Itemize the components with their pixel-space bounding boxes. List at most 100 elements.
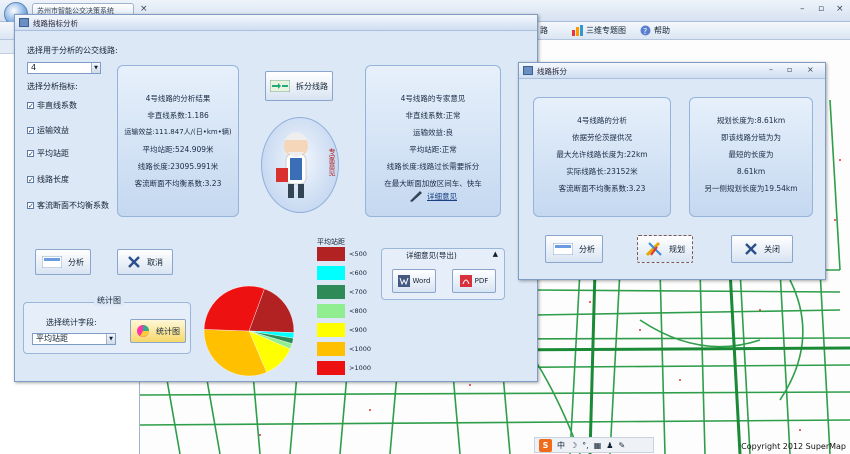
- checkbox-label: 运输效益: [37, 126, 69, 135]
- chevron-down-icon[interactable]: ▼: [106, 334, 115, 344]
- checkbox-label: 平均站距: [37, 149, 69, 158]
- button-label: 分析: [68, 257, 84, 267]
- split-line: 4号线路的分析: [577, 116, 627, 125]
- close-x-icon: [128, 256, 140, 268]
- dialog-title: 线路指标分析: [33, 19, 78, 28]
- map-copyright: Copyright 2012 SuperMap: [741, 442, 846, 451]
- split-line: 依据劳伦茨提供况: [572, 133, 632, 142]
- close-x-icon: [745, 243, 757, 255]
- split-line: 客流断面不均衡系数:3.23: [558, 184, 646, 193]
- split-route-button[interactable]: 拆分线路: [265, 71, 333, 101]
- ribbon-item-route[interactable]: 路: [540, 25, 548, 36]
- ribbon-item-3d-map[interactable]: 三维专题图: [572, 25, 626, 36]
- button-label: 关闭: [764, 244, 780, 254]
- close-icon[interactable]: ×: [836, 4, 844, 14]
- legend-label: <500: [349, 250, 367, 258]
- sogou-logo-icon[interactable]: S: [539, 438, 552, 452]
- ime-item[interactable]: ☽: [570, 441, 577, 450]
- minimize-icon[interactable]: –: [800, 4, 805, 14]
- chevron-down-icon[interactable]: ▼: [91, 63, 100, 73]
- legend-label: <1000: [349, 345, 371, 353]
- detail-link-label: 详细意见: [427, 191, 457, 201]
- collapse-icon[interactable]: ▲: [493, 250, 498, 258]
- restore-icon[interactable]: ▫: [787, 65, 792, 74]
- pdf-icon: [459, 275, 472, 287]
- export-word-button[interactable]: Word: [392, 269, 436, 293]
- legend-item: <600: [317, 266, 367, 280]
- tab-close-icon[interactable]: ×: [140, 4, 148, 14]
- legend-label: <600: [349, 269, 367, 277]
- opinion-line: 线路长度:线路过长需要拆分: [386, 162, 480, 171]
- indicator-checkbox-stop-spacing[interactable]: ✓ 平均站距: [27, 148, 69, 159]
- split-plan-button[interactable]: 规划: [637, 235, 693, 263]
- opinion-line: 平均站距:正常: [409, 145, 457, 154]
- stats-field-select[interactable]: 平均站距 ▼: [32, 333, 116, 345]
- route-select[interactable]: 4 ▼: [27, 62, 101, 74]
- indicator-checkbox-nonlinear[interactable]: ✓ 非直线系数: [27, 100, 77, 111]
- ime-item[interactable]: °,: [582, 441, 589, 450]
- analyze-icon: [42, 256, 62, 268]
- window-icon: [523, 66, 533, 75]
- checkbox-label: 客流断面不均衡系数: [37, 201, 109, 210]
- opinion-line: 4号线路的专家意见: [400, 94, 466, 103]
- ribbon-item-help[interactable]: ? 帮助: [640, 25, 670, 36]
- stats-chart-button[interactable]: 统计图: [130, 319, 186, 343]
- restore-icon[interactable]: ▫: [818, 4, 824, 14]
- button-label: 规划: [669, 244, 685, 254]
- indicator-checkbox-efficiency[interactable]: ✓ 运输效益: [27, 125, 69, 136]
- close-icon[interactable]: ×: [807, 65, 814, 74]
- split-analyze-button[interactable]: 分析: [545, 235, 603, 263]
- minimize-icon[interactable]: –: [769, 65, 773, 74]
- legend-item: <900: [317, 323, 367, 337]
- result-line: 运输效益:111.847人/(日•km•辆): [124, 128, 232, 136]
- split-plan-panel: 规划长度为:8.61km 即该线路分链为为 最短的长度为 8.61km 另一侧规…: [689, 97, 813, 217]
- stats-group-title: 统计图: [94, 295, 124, 306]
- indicator-checkbox-imbalance[interactable]: ✓ 客流断面不均衡系数: [27, 200, 109, 211]
- indicator-checkbox-route-length[interactable]: ✓ 线路长度: [27, 174, 69, 185]
- legend-label: <900: [349, 326, 367, 334]
- ribbon-item-label: 路: [540, 26, 548, 35]
- checkbox-check-icon[interactable]: ✓: [27, 150, 34, 158]
- expert-illustration: 专家意见: [261, 117, 339, 213]
- word-icon: [397, 275, 410, 287]
- checkbox-check-icon[interactable]: ✓: [27, 176, 34, 184]
- route-select-value: 4: [31, 63, 37, 72]
- bar-chart-icon: [572, 25, 583, 36]
- legend-title: 平均站距: [317, 238, 345, 246]
- button-label: 取消: [147, 257, 163, 267]
- button-label: Word: [412, 277, 431, 285]
- ime-item[interactable]: ✎: [618, 441, 625, 450]
- ribbon-item-label: 三维专题图: [586, 26, 626, 35]
- legend-item: <800: [317, 304, 367, 318]
- help-icon: ?: [640, 25, 651, 36]
- legend-swatch: [317, 342, 345, 356]
- analysis-result-panel: 4号线路的分析结果 非直线系数:1.186 运输效益:111.847人/(日•k…: [117, 65, 239, 217]
- checkbox-label: 非直线系数: [37, 101, 77, 110]
- dialog-title-bar[interactable]: 线路指标分析: [15, 15, 537, 31]
- checkbox-check-icon[interactable]: ✓: [27, 202, 34, 210]
- analyze-button[interactable]: 分析: [35, 249, 91, 275]
- export-pdf-button[interactable]: PDF: [452, 269, 496, 293]
- ime-item[interactable]: ♟: [606, 441, 613, 450]
- expert-opinion-panel: 4号线路的专家意见 非直线系数:正常 运输效益:良 平均站距:正常 线路长度:线…: [365, 65, 501, 217]
- dialog-title-bar[interactable]: 线路拆分 – ▫ ×: [519, 63, 825, 79]
- ime-item[interactable]: ▦: [594, 441, 602, 450]
- plan-line: 最短的长度为: [728, 150, 774, 159]
- cancel-button[interactable]: 取消: [117, 249, 173, 275]
- checkbox-check-icon[interactable]: ✓: [27, 127, 34, 135]
- window-icon: [19, 18, 29, 27]
- ime-item[interactable]: 中: [557, 440, 565, 451]
- route-analysis-dialog: 线路指标分析 选择用于分析的公交线路: 4 ▼ 选择分析指标: ✓ 非直线系数 ✓…: [14, 14, 538, 382]
- stop-spacing-pie-chart: [203, 285, 295, 377]
- route-prompt: 选择用于分析的公交线路:: [27, 46, 118, 55]
- legend-swatch: [317, 285, 345, 299]
- checkbox-check-icon[interactable]: ✓: [27, 102, 34, 110]
- legend-item: >1000: [317, 361, 371, 375]
- split-line: 实际线路长:23152米: [566, 167, 638, 176]
- result-line: 客流断面不均衡系数:3.23: [134, 179, 222, 188]
- legend-item: <700: [317, 285, 367, 299]
- button-label: 拆分线路: [296, 81, 328, 91]
- legend-label: <800: [349, 307, 367, 315]
- split-close-button[interactable]: 关闭: [731, 235, 793, 263]
- ribbon-item-label: 帮助: [654, 26, 670, 35]
